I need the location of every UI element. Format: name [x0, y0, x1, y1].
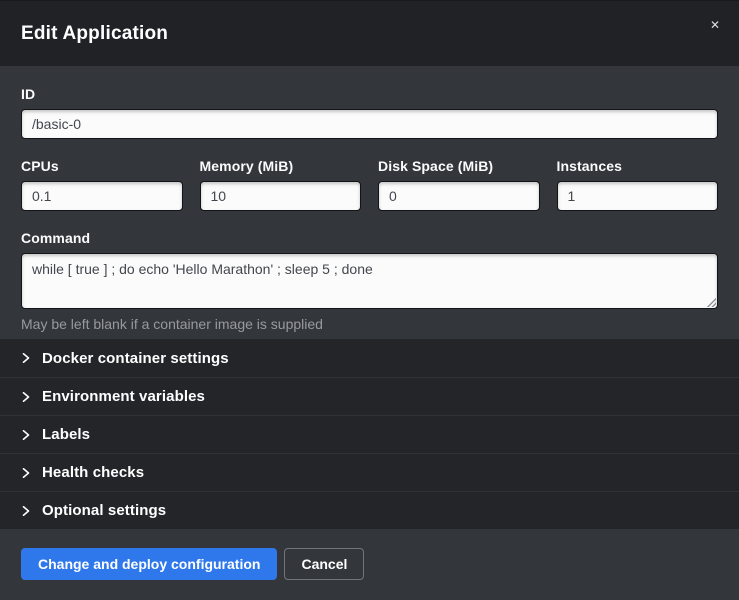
resources-row: CPUs Memory (MiB) Disk Space (MiB) Insta… [21, 158, 718, 211]
id-field-group: ID [21, 86, 718, 139]
instances-field-group: Instances [557, 158, 719, 211]
chevron-right-icon [21, 430, 31, 440]
section-label: Labels [42, 426, 90, 443]
section-health-checks[interactable]: Health checks [0, 453, 739, 491]
cpus-input[interactable] [21, 181, 183, 211]
command-label: Command [21, 230, 718, 246]
section-label: Health checks [42, 464, 144, 481]
modal-footer: Change and deploy configuration Cancel [0, 529, 739, 600]
section-label: Docker container settings [42, 350, 229, 367]
collapsible-sections: Docker container settings Environment va… [0, 339, 739, 529]
modal-body: ID CPUs Memory (MiB) Disk Space (MiB) In… [0, 66, 739, 339]
chevron-right-icon [21, 506, 31, 516]
chevron-right-icon [21, 353, 31, 363]
section-label: Optional settings [42, 502, 166, 519]
instances-input[interactable] [557, 181, 719, 211]
modal-header: Edit Application ✕ [0, 1, 739, 66]
page-title: Edit Application [21, 23, 168, 45]
id-input[interactable] [21, 109, 718, 139]
section-label: Environment variables [42, 388, 205, 405]
instances-label: Instances [557, 158, 719, 174]
cpus-label: CPUs [21, 158, 183, 174]
section-docker-container-settings[interactable]: Docker container settings [0, 339, 739, 377]
command-field-group: Command while [ true ] ; do echo 'Hello … [21, 230, 718, 332]
cpus-field-group: CPUs [21, 158, 183, 211]
section-optional-settings[interactable]: Optional settings [0, 491, 739, 529]
section-environment-variables[interactable]: Environment variables [0, 377, 739, 415]
close-icon[interactable]: ✕ [705, 15, 725, 35]
disk-field-group: Disk Space (MiB) [378, 158, 540, 211]
command-help-text: May be left blank if a container image i… [21, 316, 718, 332]
chevron-right-icon [21, 392, 31, 402]
memory-field-group: Memory (MiB) [200, 158, 362, 211]
section-labels[interactable]: Labels [0, 415, 739, 453]
memory-input[interactable] [200, 181, 362, 211]
disk-label: Disk Space (MiB) [378, 158, 540, 174]
memory-label: Memory (MiB) [200, 158, 362, 174]
change-and-deploy-button[interactable]: Change and deploy configuration [21, 548, 277, 580]
id-label: ID [21, 86, 718, 102]
command-textarea[interactable]: while [ true ] ; do echo 'Hello Marathon… [21, 253, 718, 309]
chevron-right-icon [21, 468, 31, 478]
command-textarea-wrap: while [ true ] ; do echo 'Hello Marathon… [21, 253, 718, 309]
cancel-button[interactable]: Cancel [284, 548, 364, 580]
edit-application-modal: Edit Application ✕ ID CPUs Memory (MiB) … [0, 0, 739, 599]
disk-input[interactable] [378, 181, 540, 211]
